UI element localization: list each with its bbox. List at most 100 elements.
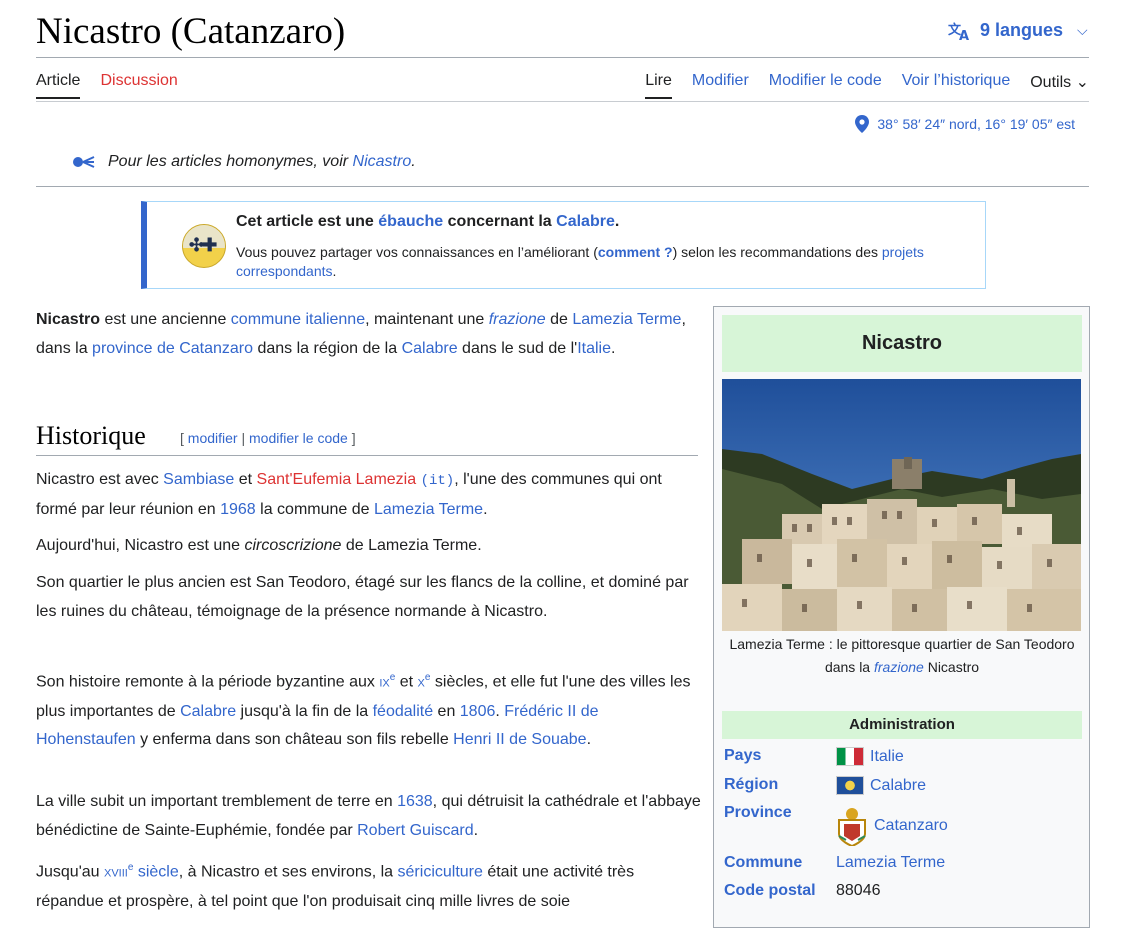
text: et xyxy=(234,471,257,488)
tab-history[interactable]: Voir l’historique xyxy=(902,72,1011,99)
separator: | xyxy=(241,430,246,446)
century-link[interactable]: xviii xyxy=(104,867,128,879)
text: jusqu'à la fin de la xyxy=(236,702,373,720)
infobox-key[interactable]: Région xyxy=(724,776,836,795)
infobox-key[interactable]: Pays xyxy=(724,747,836,766)
tools-menu[interactable]: Outils ⌄ xyxy=(1030,72,1089,99)
link-1968[interactable]: 1968 xyxy=(220,501,256,518)
divider xyxy=(36,186,1089,187)
disambiguation-icon xyxy=(73,156,95,168)
chevron-down-icon: ⌄ xyxy=(1075,74,1089,91)
town-photo[interactable] xyxy=(722,379,1081,631)
text: en xyxy=(433,702,460,720)
link-calabre[interactable]: Calabre xyxy=(180,703,236,720)
infobox-value[interactable]: Italie xyxy=(870,748,904,766)
stub-link-ebauche[interactable]: ébauche xyxy=(378,213,443,230)
map-pin-icon xyxy=(855,115,870,133)
redlink-sant-eufemia[interactable]: Sant'Eufemia Lamezia xyxy=(257,471,417,488)
infobox-row-postal-code: Code postal 88046 xyxy=(724,882,1084,900)
language-count[interactable]: 9 langues xyxy=(980,20,1063,41)
bracket: ] xyxy=(351,430,356,446)
link-1638[interactable]: 1638 xyxy=(397,793,433,810)
stub-text: . xyxy=(614,213,620,230)
text: Aujourd'hui, Nicastro est une xyxy=(36,537,245,554)
text: Jusqu'au xyxy=(36,863,104,881)
section-edit-link[interactable]: modifier xyxy=(188,430,238,446)
link-province[interactable]: province de Catanzaro xyxy=(92,340,253,357)
text: dans la région de la xyxy=(253,339,402,357)
century-link[interactable]: x xyxy=(418,677,425,689)
calabria-flag-icon xyxy=(836,776,864,795)
text: . xyxy=(483,500,488,518)
language-selector[interactable]: 文 A 9 langues ⌵ xyxy=(948,20,1088,41)
tab-edit-code[interactable]: Modifier le code xyxy=(769,72,882,99)
infobox-key[interactable]: Commune xyxy=(724,854,836,872)
tab-discussion[interactable]: Discussion xyxy=(100,72,177,99)
text: . xyxy=(586,731,592,749)
infobox-row-province: Province Catanzaro xyxy=(724,804,1084,846)
infobox-value[interactable]: Catanzaro xyxy=(874,817,948,835)
page-title: Nicastro (Catanzaro) xyxy=(36,11,346,52)
translate-icon: 文 A xyxy=(948,22,969,41)
homonym-text: Pour les articles homonymes, voir xyxy=(108,153,349,170)
link-henri-ii[interactable]: Henri II de Souabe xyxy=(453,731,586,748)
infobox: Nicastro Lamezia Terme: le pittoresque … xyxy=(713,306,1090,928)
link-sambiase[interactable]: Sambiase xyxy=(163,471,234,488)
stub-link-comment[interactable]: comment ? xyxy=(598,244,673,260)
coordinates[interactable]: 38° 58′ 24″ nord, 16° 19′ 05″ est xyxy=(855,115,1075,133)
tab-article[interactable]: Article xyxy=(36,72,81,99)
text: . xyxy=(473,821,479,839)
link-frazione[interactable]: frazione xyxy=(874,659,924,675)
divider xyxy=(36,57,1089,58)
paragraph: Nicastro est avec Sambiase et Sant'Eufem… xyxy=(36,466,701,524)
catanzaro-coat-of-arms-icon xyxy=(838,808,866,846)
calabria-emblem-icon: ✣✚ xyxy=(182,224,226,268)
italy-flag-icon xyxy=(836,747,864,766)
town-photo-image xyxy=(722,379,1081,631)
text: Nicastro est avec xyxy=(36,471,164,488)
link-italie[interactable]: Italie xyxy=(577,340,611,357)
paragraph: Son quartier le plus ancien est San Teod… xyxy=(36,574,689,620)
link-feodalite[interactable]: féodalité xyxy=(373,703,434,720)
interlanguage-link[interactable]: (it) xyxy=(421,473,455,489)
homonym-punct: . xyxy=(411,153,416,170)
text: dans le sud de l' xyxy=(457,339,578,357)
infobox-value[interactable]: Lamezia Terme xyxy=(836,854,945,872)
text: et xyxy=(395,673,418,691)
link-robert-guiscard[interactable]: Robert Guiscard xyxy=(357,822,474,839)
infobox-key[interactable]: Province xyxy=(724,804,836,846)
link-lamezia-terme[interactable]: Lamezia Terme xyxy=(374,501,483,518)
tab-edit[interactable]: Modifier xyxy=(692,72,749,99)
link-frazione[interactable]: frazione xyxy=(489,311,546,328)
stub-heading: Cet article est une ébauche concernant l… xyxy=(236,213,619,231)
coordinates-text[interactable]: 38° 58′ 24″ nord, 16° 19′ 05″ est xyxy=(877,116,1075,132)
tab-read[interactable]: Lire xyxy=(645,72,672,99)
caption-text: dans la xyxy=(824,659,874,675)
paragraph: Aujourd'hui, Nicastro est une circoscriz… xyxy=(36,532,701,561)
stub-text: . xyxy=(332,263,337,279)
paragraph: Jusqu'au xviiie siècle, à Nicastro et se… xyxy=(36,854,701,916)
intro-paragraph: Nicastro est une ancienne commune italie… xyxy=(36,306,706,363)
section-edit-code-link[interactable]: modifier le code xyxy=(249,430,348,446)
century-link[interactable]: ix xyxy=(379,677,389,689)
italic-term: circoscrizione xyxy=(244,537,342,554)
tools-label: Outils xyxy=(1030,74,1072,91)
link-1806[interactable]: 1806 xyxy=(460,703,496,720)
stub-link-calabre[interactable]: Calabre xyxy=(556,213,615,230)
homonym-notice: Pour les articles homonymes, voir Nicast… xyxy=(72,153,416,171)
infobox-row-commune: Commune Lamezia Terme xyxy=(724,854,1084,872)
svg-text:A: A xyxy=(959,29,969,41)
homonym-link[interactable]: Nicastro xyxy=(353,153,412,170)
text: y enferma dans son château son fils rebe… xyxy=(135,731,454,749)
stub-text: Vous pouvez partager vos connaissances e… xyxy=(236,244,598,260)
link-sericiculture[interactable]: sériciculture xyxy=(398,863,483,880)
link-commune-italienne[interactable]: commune italienne xyxy=(231,311,365,328)
link-calabre[interactable]: Calabre xyxy=(402,340,458,357)
infobox-value[interactable]: Calabre xyxy=(870,777,926,795)
link-siecle[interactable]: siècle xyxy=(133,863,179,880)
divider xyxy=(36,455,698,456)
infobox-key[interactable]: Code postal xyxy=(724,882,836,900)
infobox-row-region: Région Calabre xyxy=(724,776,1084,795)
link-lamezia-terme[interactable]: Lamezia Terme xyxy=(572,311,681,328)
caption-text: Lamezia Terme : le pittoresque quartier … xyxy=(729,636,1075,652)
